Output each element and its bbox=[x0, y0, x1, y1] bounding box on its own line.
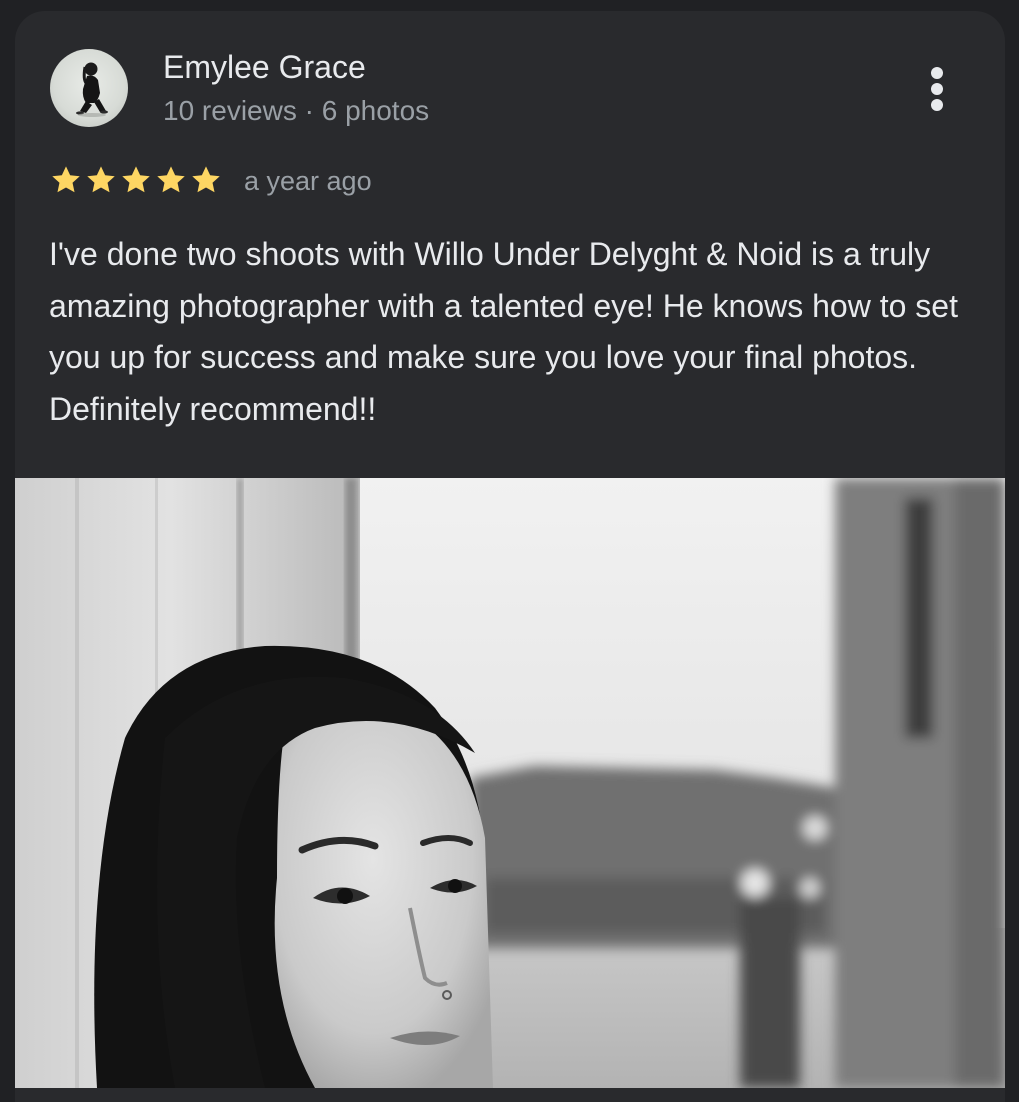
star-icon bbox=[122, 166, 150, 193]
star-rating bbox=[50, 164, 222, 198]
author-name[interactable]: Emylee Grace bbox=[163, 47, 366, 87]
star-icon bbox=[157, 166, 185, 193]
more-options-button[interactable] bbox=[917, 59, 957, 119]
review-card: Emylee Grace 10 reviews · 6 photos a yea… bbox=[15, 11, 1005, 1102]
author-avatar[interactable] bbox=[50, 49, 128, 127]
review-time: a year ago bbox=[244, 166, 372, 196]
review-text: I've done two shoots with Willo Under De… bbox=[49, 236, 958, 427]
review-photo-image bbox=[15, 478, 1005, 1088]
avatar-image bbox=[76, 62, 108, 117]
star-icon bbox=[87, 166, 115, 193]
more-vert-icon bbox=[931, 67, 943, 79]
review-photo[interactable] bbox=[15, 478, 1005, 1088]
more-vert-icon-dot bbox=[931, 99, 943, 111]
star-icon bbox=[52, 166, 80, 193]
author-meta: 10 reviews · 6 photos bbox=[163, 95, 430, 126]
star-icon bbox=[192, 166, 220, 193]
more-vert-icon-dot bbox=[931, 83, 943, 95]
